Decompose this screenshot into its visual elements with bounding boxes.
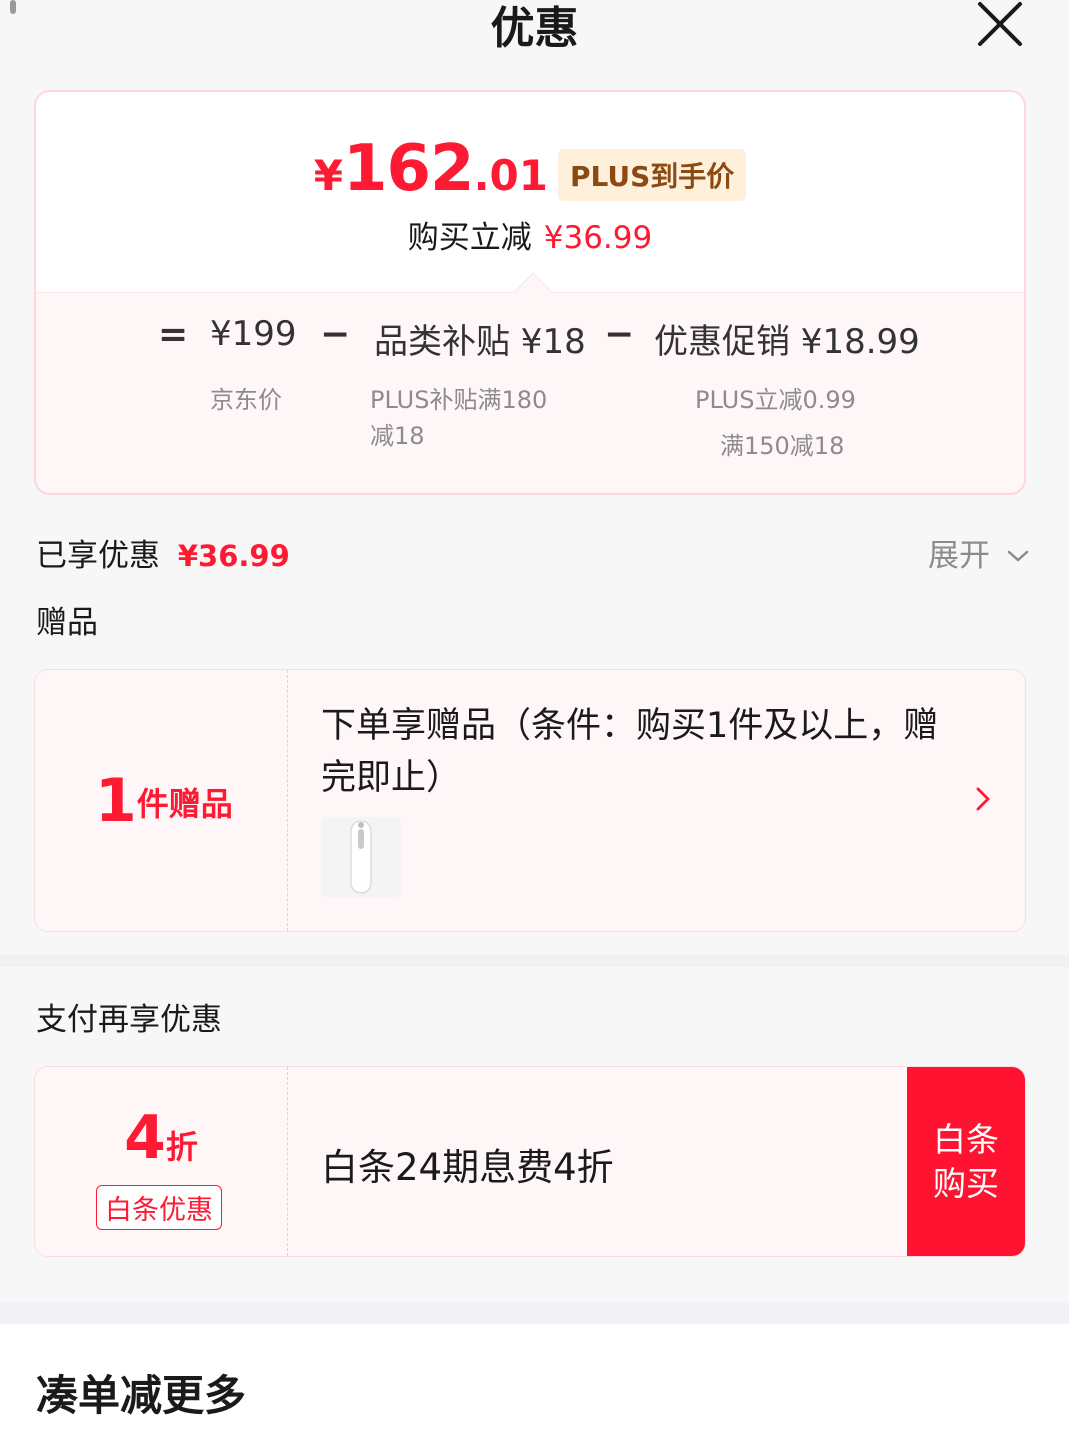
price-top: ¥162.01 PLUS到手价 购买立减 ¥36.99 xyxy=(36,92,1024,292)
save-label: 购买立减 xyxy=(407,220,532,256)
gift-thumbnail[interactable] xyxy=(321,817,401,897)
gift-count: 1件赠品 xyxy=(95,766,233,836)
promo-desc-line1: PLUS立减0.99 xyxy=(695,386,856,414)
jd-price-label: 京东价 xyxy=(210,386,282,414)
category-subsidy: 品类补贴 ¥18 xyxy=(374,322,586,362)
save-row: 购买立减 ¥36.99 xyxy=(36,212,1024,257)
bottom-section-title: 凑单减更多 xyxy=(36,1371,247,1420)
price-integer: 162 xyxy=(342,132,475,206)
currency-symbol: ¥ xyxy=(313,151,343,200)
expand-label: 展开 xyxy=(928,538,990,574)
price-summary-card: ¥162.01 PLUS到手价 购买立减 ¥36.99 = ¥199 − 品类补贴 … xyxy=(34,90,1026,495)
subsidy-desc-line2: 减18 xyxy=(370,422,425,450)
enjoyed-label: 已享优惠 xyxy=(36,538,160,574)
page-title: 优惠 xyxy=(490,3,579,54)
close-icon[interactable] xyxy=(976,0,1024,48)
minus-sign: − xyxy=(604,314,635,355)
discount-unit: 折 xyxy=(165,1128,198,1166)
chevron-right-icon[interactable] xyxy=(971,784,995,814)
save-amount: ¥36.99 xyxy=(543,220,653,256)
price-decimal: .01 xyxy=(473,151,548,200)
subsidy-desc-line1: PLUS补贴满180 xyxy=(370,386,548,414)
promo-desc-line2: 满150减18 xyxy=(720,432,845,460)
gift-section-title: 赠品 xyxy=(36,605,98,641)
discount-number: 4 xyxy=(124,1103,166,1173)
gift-description: 下单享赠品（条件：购买1件及以上，赠完即止） xyxy=(321,706,939,798)
expand-toggle[interactable]: 展开 xyxy=(928,530,1030,575)
header-bar: 优惠 xyxy=(0,0,1069,64)
card-divider xyxy=(287,1067,288,1256)
minus-sign: − xyxy=(320,314,351,355)
plus-price-tag: PLUS到手价 xyxy=(557,149,747,201)
final-price: ¥162.01 xyxy=(314,132,548,206)
button-line2: 购买 xyxy=(933,1163,999,1203)
enjoyed-amount: ¥36.99 xyxy=(177,539,290,573)
gift-card[interactable]: 1件赠品 下单享赠品（条件：购买1件及以上，赠完即止） xyxy=(34,669,1026,932)
pay-section-title: 支付再享优惠 xyxy=(36,1002,222,1038)
gift-count-number: 1 xyxy=(95,766,137,836)
discount-value: 4折 xyxy=(35,1103,287,1173)
baitiao-offer-card[interactable]: 4折 白条优惠 白条24期息费4折 白条 购买 xyxy=(34,1066,1026,1257)
baitiao-tag: 白条优惠 xyxy=(96,1185,222,1230)
baitiao-buy-button[interactable]: 白条 购买 xyxy=(907,1067,1025,1256)
chevron-down-icon xyxy=(1007,550,1029,562)
promo-discount: 优惠促销 ¥18.99 xyxy=(654,322,920,362)
card-divider xyxy=(287,670,288,931)
enjoyed-discount: 已享优惠 ¥36.99 xyxy=(36,530,290,575)
section-separator xyxy=(0,955,1069,967)
baitiao-offer-description: 白条24期息费4折 xyxy=(321,1146,614,1189)
button-line1: 白条 xyxy=(933,1119,999,1159)
equals-sign: = xyxy=(158,314,189,355)
jd-price: ¥199 xyxy=(210,314,297,354)
section-separator xyxy=(0,1302,1069,1324)
final-price-row: ¥162.01 PLUS到手价 xyxy=(36,132,1024,206)
gift-count-unit: 件赠品 xyxy=(136,785,233,823)
